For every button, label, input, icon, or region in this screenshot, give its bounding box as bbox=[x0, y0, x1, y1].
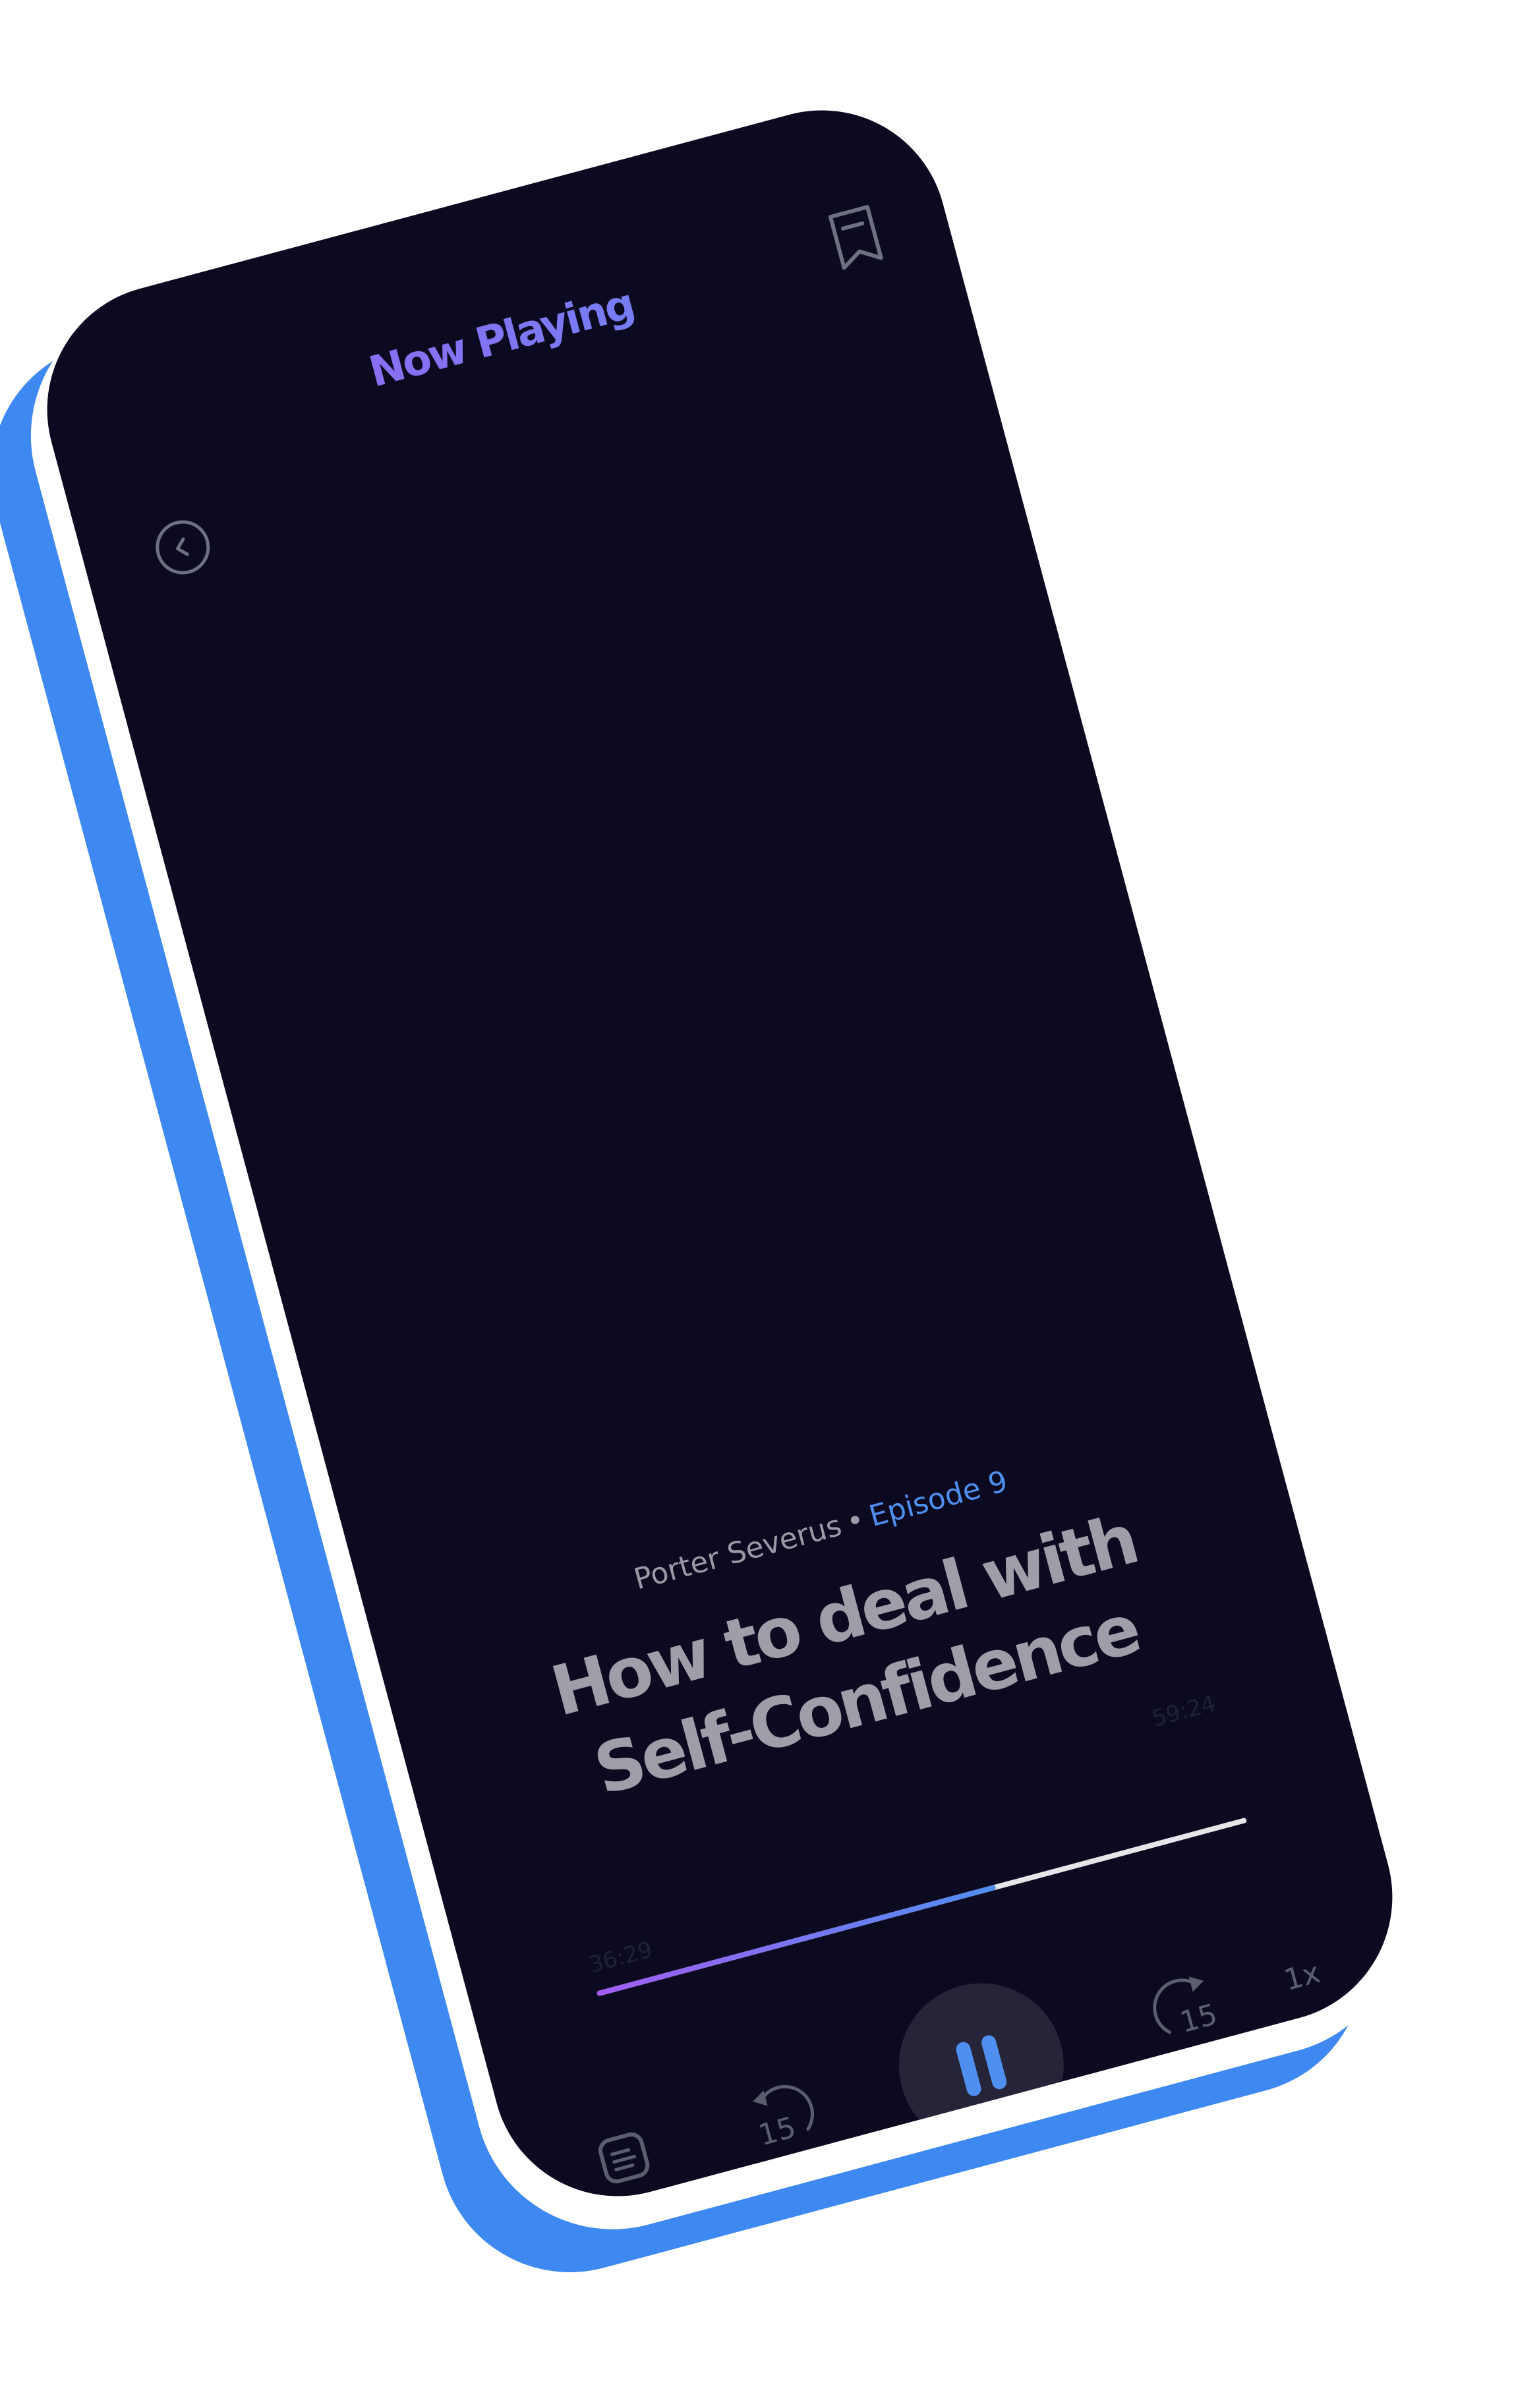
playlist-button[interactable] bbox=[588, 2121, 660, 2194]
current-time: 36:29 bbox=[586, 1936, 656, 1979]
total-time: 59:24 bbox=[1149, 1690, 1219, 1733]
pause-icon bbox=[956, 2035, 1007, 2096]
episode-label[interactable]: Episode 9 bbox=[865, 1464, 1011, 1534]
progress-fill bbox=[596, 1884, 997, 1997]
page-title: Now Playing bbox=[49, 196, 953, 482]
speed-button[interactable]: 1x bbox=[1264, 1942, 1341, 2010]
list-icon bbox=[598, 2132, 650, 2184]
back-button[interactable] bbox=[150, 514, 216, 581]
chevron-left-icon bbox=[176, 537, 189, 556]
meta-separator: • bbox=[842, 1503, 868, 1540]
